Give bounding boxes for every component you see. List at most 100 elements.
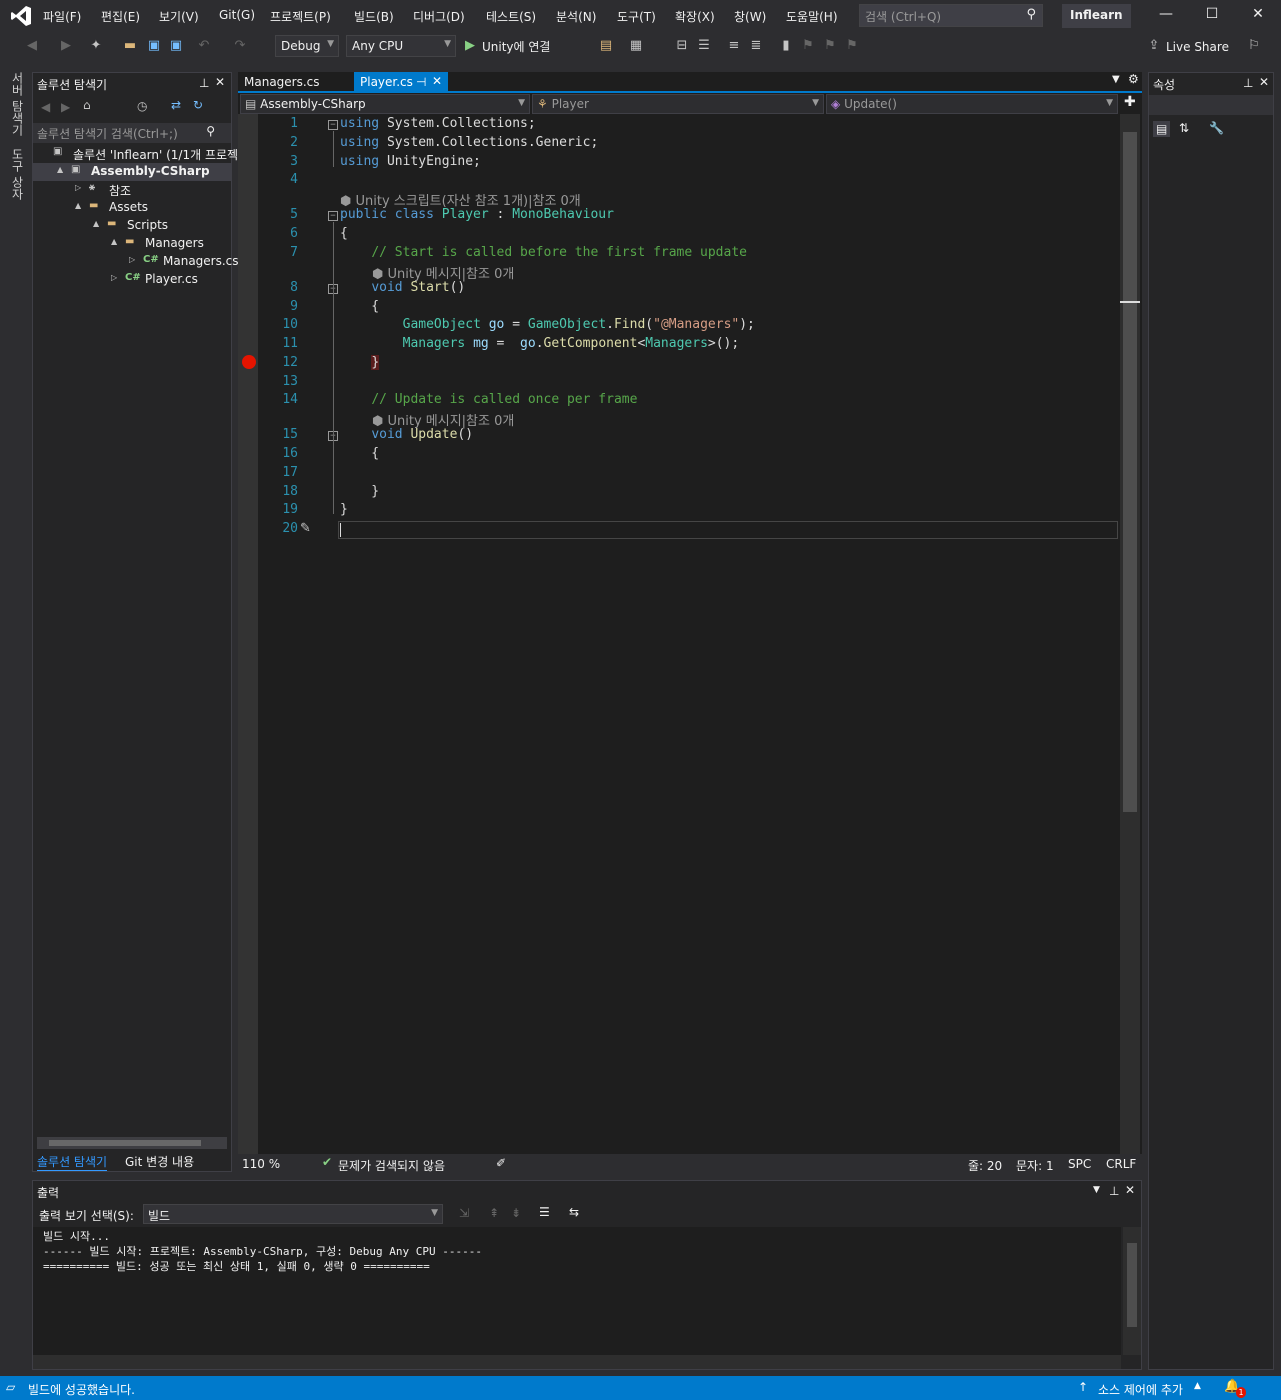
refresh-icon[interactable]: ↻ <box>193 98 203 112</box>
open-folder-icon[interactable]: ▬ <box>122 38 138 54</box>
git-changes-tab[interactable]: Git 변경 내용 <box>125 1153 194 1170</box>
folder-search-icon[interactable]: ▤ <box>598 38 614 54</box>
expand-icon[interactable]: ▷ <box>129 255 135 264</box>
menu-item[interactable]: 분석(N) <box>556 8 596 25</box>
breakpoint-icon[interactable] <box>242 355 256 369</box>
tree-item[interactable]: ▷ ⚹ 참조 <box>33 181 231 199</box>
brush-icon[interactable]: ✐ <box>496 1156 506 1170</box>
menu-item[interactable]: 도구(T) <box>617 8 656 25</box>
expand-icon[interactable]: ▲ <box>75 201 81 210</box>
expand-icon[interactable]: ▷ <box>111 273 117 282</box>
bookmark-prev-icon[interactable]: ⚑ <box>800 38 816 54</box>
pin-icon[interactable]: ⊣ <box>416 75 426 89</box>
indent-icon[interactable]: ⊟ <box>674 38 690 54</box>
crlf-indicator[interactable]: CRLF <box>1106 1157 1136 1171</box>
properties-object-dropdown[interactable] <box>1149 95 1273 115</box>
close-icon[interactable]: ✕ <box>1125 1183 1135 1197</box>
clear-all-icon[interactable]: ☰ <box>539 1205 550 1219</box>
tab-player[interactable]: Player.cs ⊣ ✕ <box>354 72 448 92</box>
gear-icon[interactable]: ⚙ <box>1128 72 1139 86</box>
horizontal-scrollbar[interactable] <box>37 1137 227 1149</box>
split-icon[interactable]: ✚ <box>1124 94 1136 110</box>
menu-item[interactable]: 디버그(D) <box>413 8 465 25</box>
collapse-icon[interactable]: − <box>328 211 338 221</box>
source-control-button[interactable]: 소스 제어에 추가 <box>1098 1381 1183 1398</box>
server-explorer-tab[interactable]: 서버 탐색기 <box>6 72 26 136</box>
zoom-dropdown[interactable]: 110 % <box>242 1157 280 1171</box>
collapse-icon[interactable]: − <box>328 120 338 130</box>
config-dropdown[interactable]: Debug ▼ <box>275 35 339 57</box>
solution-search-input[interactable]: 솔루션 탐색기 검색(Ctrl+;) ⚲ <box>33 123 231 143</box>
menu-item[interactable]: 프로젝트(P) <box>270 8 331 25</box>
run-button-label[interactable]: Unity에 연결 <box>482 38 550 55</box>
tree-item[interactable]: ▲ ▬ Managers <box>33 235 231 253</box>
scrollbar-thumb[interactable] <box>1127 1243 1137 1327</box>
expand-icon[interactable]: ▲ <box>111 237 117 246</box>
save-icon[interactable]: ▣ <box>146 38 162 54</box>
breakpoint-gutter[interactable] <box>238 114 258 1154</box>
scrollbar-thumb[interactable] <box>49 1140 201 1146</box>
close-icon[interactable]: ✕ <box>215 75 225 89</box>
tree-item[interactable]: ▲ ▬ Scripts <box>33 217 231 235</box>
output-horizontal-scrollbar[interactable] <box>33 1355 1121 1369</box>
pin-icon[interactable]: ⊥ <box>1109 1184 1119 1198</box>
home-icon[interactable]: ⌂ <box>83 98 91 112</box>
redo-icon[interactable]: ↷ <box>232 38 248 54</box>
maximize-button[interactable]: ☐ <box>1202 6 1222 26</box>
history-icon[interactable]: ◷ <box>137 99 147 113</box>
menu-item[interactable]: 편집(E) <box>101 8 140 25</box>
outdent-icon[interactable]: ☰ <box>696 38 712 54</box>
expand-icon[interactable]: ▲ <box>93 219 99 228</box>
menu-item[interactable]: 도움말(H) <box>786 8 838 25</box>
bookmark-icon[interactable]: ▮ <box>778 38 794 54</box>
menu-item[interactable]: 테스트(S) <box>486 8 536 25</box>
forward-icon[interactable]: ▶ <box>58 38 74 54</box>
solution-bottom-tab-active[interactable]: 솔루션 탐색기 <box>37 1153 108 1171</box>
spc-indicator[interactable]: SPC <box>1068 1157 1091 1171</box>
nav-member-dropdown[interactable]: ◈ Update() ▼ <box>826 94 1118 114</box>
new-project-icon[interactable]: ✦ <box>88 38 104 54</box>
tree-item[interactable]: ▲ ▬ Assets <box>33 199 231 217</box>
sync-icon[interactable]: ⇄ <box>171 98 181 112</box>
scrollbar-thumb[interactable] <box>1123 132 1137 812</box>
save-all-icon[interactable]: ▣ <box>168 38 184 54</box>
platform-dropdown[interactable]: Any CPU ▼ <box>346 35 456 57</box>
uncomment-icon[interactable]: ≣ <box>748 38 764 54</box>
quick-action-icon[interactable]: ✎ <box>300 521 311 536</box>
expand-icon[interactable]: ▲ <box>57 165 63 174</box>
issues-status[interactable]: 문제가 검색되지 않음 <box>338 1157 445 1174</box>
pin-icon[interactable]: ⊥ <box>199 76 209 90</box>
nav-project-dropdown[interactable]: ▤ Assembly-CSharp ▼ <box>240 94 530 114</box>
toolbox-tab[interactable]: 도구 상자 <box>6 148 26 200</box>
tab-managers[interactable]: Managers.cs <box>238 72 326 92</box>
feedback-icon[interactable]: ⚐ <box>1246 38 1262 54</box>
close-icon[interactable]: ✕ <box>432 74 442 88</box>
live-share-icon[interactable]: ⇪ <box>1146 38 1162 54</box>
close-button[interactable]: ✕ <box>1248 6 1268 26</box>
search-input[interactable]: 검색 (Ctrl+Q) ⚲ <box>859 4 1043 27</box>
tree-item[interactable]: ▷ C# Player.cs <box>33 271 231 289</box>
nav-class-dropdown[interactable]: ⚘ Player ▼ <box>532 94 824 114</box>
word-wrap-icon[interactable]: ⇆ <box>569 1205 579 1219</box>
menu-item[interactable]: 파일(F) <box>43 8 81 25</box>
minimize-button[interactable]: — <box>1156 6 1176 26</box>
close-icon[interactable]: ✕ <box>1259 75 1269 89</box>
chevron-down-icon[interactable]: ▼ <box>1093 1185 1100 1195</box>
pin-icon[interactable]: ⊥ <box>1243 76 1253 90</box>
tree-item[interactable]: ▲ ▣ Assembly-CSharp <box>33 163 231 181</box>
live-share-button[interactable]: Live Share <box>1166 40 1229 54</box>
undo-icon[interactable]: ↶ <box>196 38 212 54</box>
editor-vertical-scrollbar[interactable] <box>1120 114 1140 1154</box>
comment-icon[interactable]: ≡ <box>726 38 742 54</box>
menu-item[interactable]: 확장(X) <box>675 8 715 25</box>
prev-message-icon[interactable]: ⇞ <box>489 1206 499 1220</box>
output-vertical-scrollbar[interactable] <box>1123 1227 1141 1355</box>
menu-item[interactable]: 빌드(B) <box>354 8 394 25</box>
bookmark-next-icon[interactable]: ⚑ <box>822 38 838 54</box>
menu-item[interactable]: Git(G) <box>219 8 255 22</box>
menu-item[interactable]: 보기(V) <box>159 8 199 25</box>
tab-overflow-icon[interactable]: ▼ <box>1112 74 1120 85</box>
categorized-icon[interactable]: ▤ <box>1153 121 1171 137</box>
run-icon[interactable]: ▶ <box>462 38 478 54</box>
output-source-dropdown[interactable]: 빌드 ▼ <box>143 1204 443 1224</box>
